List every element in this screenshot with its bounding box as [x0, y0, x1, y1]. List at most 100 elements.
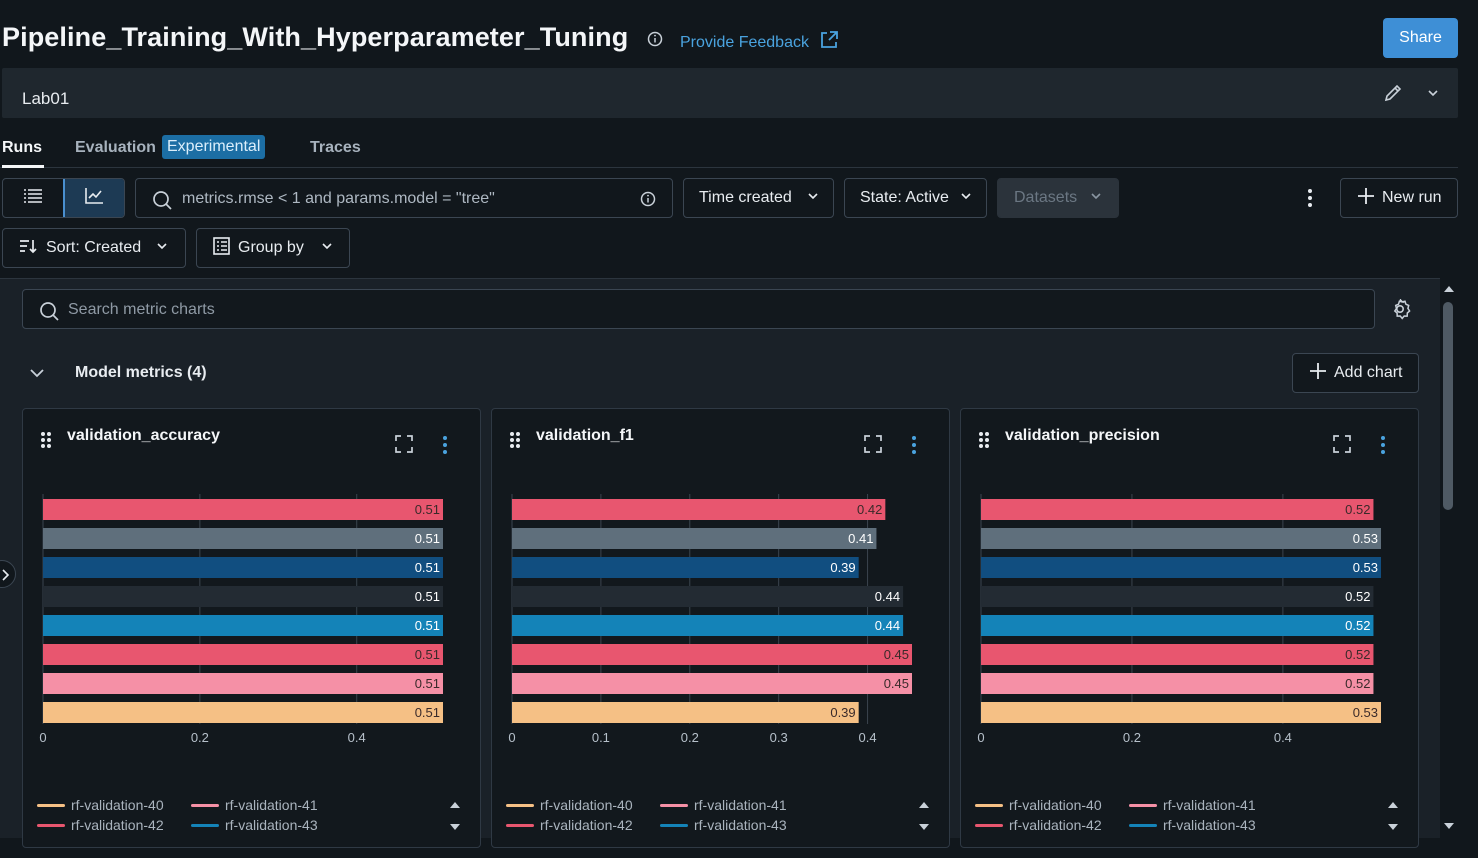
- chart-card: validation_f1 0 0.1 0.2 0.3 0.4 0.42 0.41 0.39 0.…: [491, 408, 950, 848]
- legend-item[interactable]: rf-validation-42: [37, 817, 164, 833]
- page-title: Pipeline_Training_With_Hyperparameter_Tu…: [2, 22, 629, 52]
- add-chart-label: Add chart: [1334, 364, 1403, 381]
- info-icon[interactable]: [646, 30, 664, 53]
- runs-search-input[interactable]: metrics.rmse < 1 and params.model = "tre…: [135, 178, 673, 218]
- legend-label: rf-validation-40: [71, 797, 164, 813]
- line-chart-icon: [84, 187, 104, 210]
- tab-bar: Runs Evaluation Experimental Traces: [0, 130, 1458, 168]
- bar: [512, 557, 859, 578]
- bar: [512, 615, 904, 636]
- legend-scroll-arrows[interactable]: [447, 797, 463, 840]
- legend-item[interactable]: rf-validation-43: [191, 817, 318, 833]
- bar-value-label: 0.39: [830, 560, 855, 575]
- legend-item[interactable]: rf-validation-42: [975, 817, 1102, 833]
- drag-handle-icon[interactable]: [509, 431, 521, 454]
- bar: [512, 528, 877, 549]
- tab-evaluation[interactable]: Evaluation: [75, 139, 156, 157]
- legend-swatch: [975, 823, 1003, 827]
- bar-value-label: 0.51: [415, 647, 440, 662]
- bar: [512, 499, 886, 520]
- group-by-dropdown[interactable]: Group by: [196, 228, 350, 268]
- legend-item[interactable]: rf-validation-41: [1129, 797, 1256, 813]
- legend-swatch: [37, 823, 65, 827]
- bar-chart: 0 0.2 0.4 0.52 0.53 0.53 0.52 0.52 0.52 0.52 0.53: [977, 494, 1381, 745]
- legend-label: rf-validation-42: [71, 817, 164, 833]
- description-bar: [2, 68, 1458, 118]
- tab-traces[interactable]: Traces: [310, 139, 361, 157]
- legend-item[interactable]: rf-validation-40: [975, 797, 1102, 813]
- chevron-down-icon[interactable]: [1424, 84, 1442, 107]
- chevron-down-icon: [320, 239, 334, 258]
- bar: [43, 586, 443, 607]
- gear-icon[interactable]: [1388, 297, 1412, 326]
- bar: [43, 615, 443, 636]
- new-run-button[interactable]: New run: [1340, 178, 1458, 218]
- legend-label: rf-validation-40: [540, 797, 633, 813]
- bar-value-label: 0.41: [848, 531, 873, 546]
- bar-value-label: 0.51: [415, 560, 440, 575]
- fullscreen-icon[interactable]: [863, 434, 883, 459]
- bar-value-label: 0.45: [884, 676, 909, 691]
- tab-runs[interactable]: Runs: [2, 139, 42, 157]
- more-options-icon[interactable]: [910, 435, 918, 460]
- info-icon[interactable]: [639, 190, 657, 213]
- scrollbar-thumb[interactable]: [1443, 302, 1453, 510]
- bar: [981, 528, 1381, 549]
- time-created-dropdown[interactable]: Time created: [683, 178, 834, 218]
- legend-label: rf-validation-42: [540, 817, 633, 833]
- fullscreen-icon[interactable]: [1332, 434, 1352, 459]
- provide-feedback-link[interactable]: Provide Feedback: [680, 30, 839, 55]
- group-by-label: Group by: [238, 239, 304, 256]
- legend-item[interactable]: rf-validation-41: [660, 797, 787, 813]
- new-run-label: New run: [1382, 189, 1442, 206]
- legend-scroll-arrows[interactable]: [1385, 797, 1401, 840]
- legend-item[interactable]: rf-validation-40: [506, 797, 633, 813]
- bar-value-label: 0.52: [1345, 618, 1370, 633]
- bar-value-label: 0.51: [415, 589, 440, 604]
- x-tick-label: 0.2: [1123, 730, 1141, 745]
- datasets-label: Datasets: [1014, 189, 1078, 206]
- bar: [43, 499, 443, 520]
- metric-charts-search-input[interactable]: Search metric charts: [22, 289, 1375, 329]
- sort-dropdown[interactable]: Sort: Created: [2, 228, 186, 268]
- bar-value-label: 0.52: [1345, 502, 1370, 517]
- x-tick-label: 0: [39, 730, 46, 745]
- drag-handle-icon[interactable]: [978, 431, 990, 454]
- legend-item[interactable]: rf-validation-43: [1129, 817, 1256, 833]
- datasets-dropdown[interactable]: Datasets: [997, 178, 1119, 218]
- more-options-icon[interactable]: [1379, 435, 1387, 460]
- list-view-button[interactable]: [3, 179, 64, 217]
- legend-item[interactable]: rf-validation-41: [191, 797, 318, 813]
- chart-view-button[interactable]: [62, 179, 124, 217]
- plus-icon: [1308, 361, 1328, 386]
- group-icon: [212, 236, 232, 261]
- x-tick-label: 0.2: [681, 730, 699, 745]
- x-tick-label: 0: [977, 730, 984, 745]
- external-link-icon: [819, 30, 839, 55]
- legend-item[interactable]: rf-validation-40: [37, 797, 164, 813]
- x-tick-label: 0.1: [592, 730, 610, 745]
- fullscreen-icon[interactable]: [394, 434, 414, 459]
- legend-swatch: [1129, 823, 1157, 827]
- drag-handle-icon[interactable]: [40, 431, 52, 454]
- more-options-icon[interactable]: [1300, 186, 1320, 215]
- more-options-icon[interactable]: [441, 435, 449, 460]
- legend-item[interactable]: rf-validation-42: [506, 817, 633, 833]
- legend-swatch: [37, 803, 65, 807]
- chevron-down-icon[interactable]: [27, 363, 47, 388]
- state-dropdown[interactable]: State: Active: [844, 178, 987, 218]
- experimental-badge: Experimental: [162, 135, 266, 159]
- bar-value-label: 0.51: [415, 705, 440, 720]
- bar-value-label: 0.51: [415, 618, 440, 633]
- legend-item[interactable]: rf-validation-43: [660, 817, 787, 833]
- bar: [43, 528, 443, 549]
- legend-scroll-arrows[interactable]: [916, 797, 932, 840]
- add-chart-button[interactable]: Add chart: [1292, 353, 1419, 393]
- bar: [981, 702, 1381, 723]
- pencil-icon[interactable]: [1382, 82, 1404, 109]
- bar-value-label: 0.45: [884, 647, 909, 662]
- legend-swatch: [975, 803, 1003, 807]
- legend-swatch: [660, 823, 688, 827]
- bar: [981, 615, 1374, 636]
- share-button[interactable]: Share: [1383, 18, 1458, 58]
